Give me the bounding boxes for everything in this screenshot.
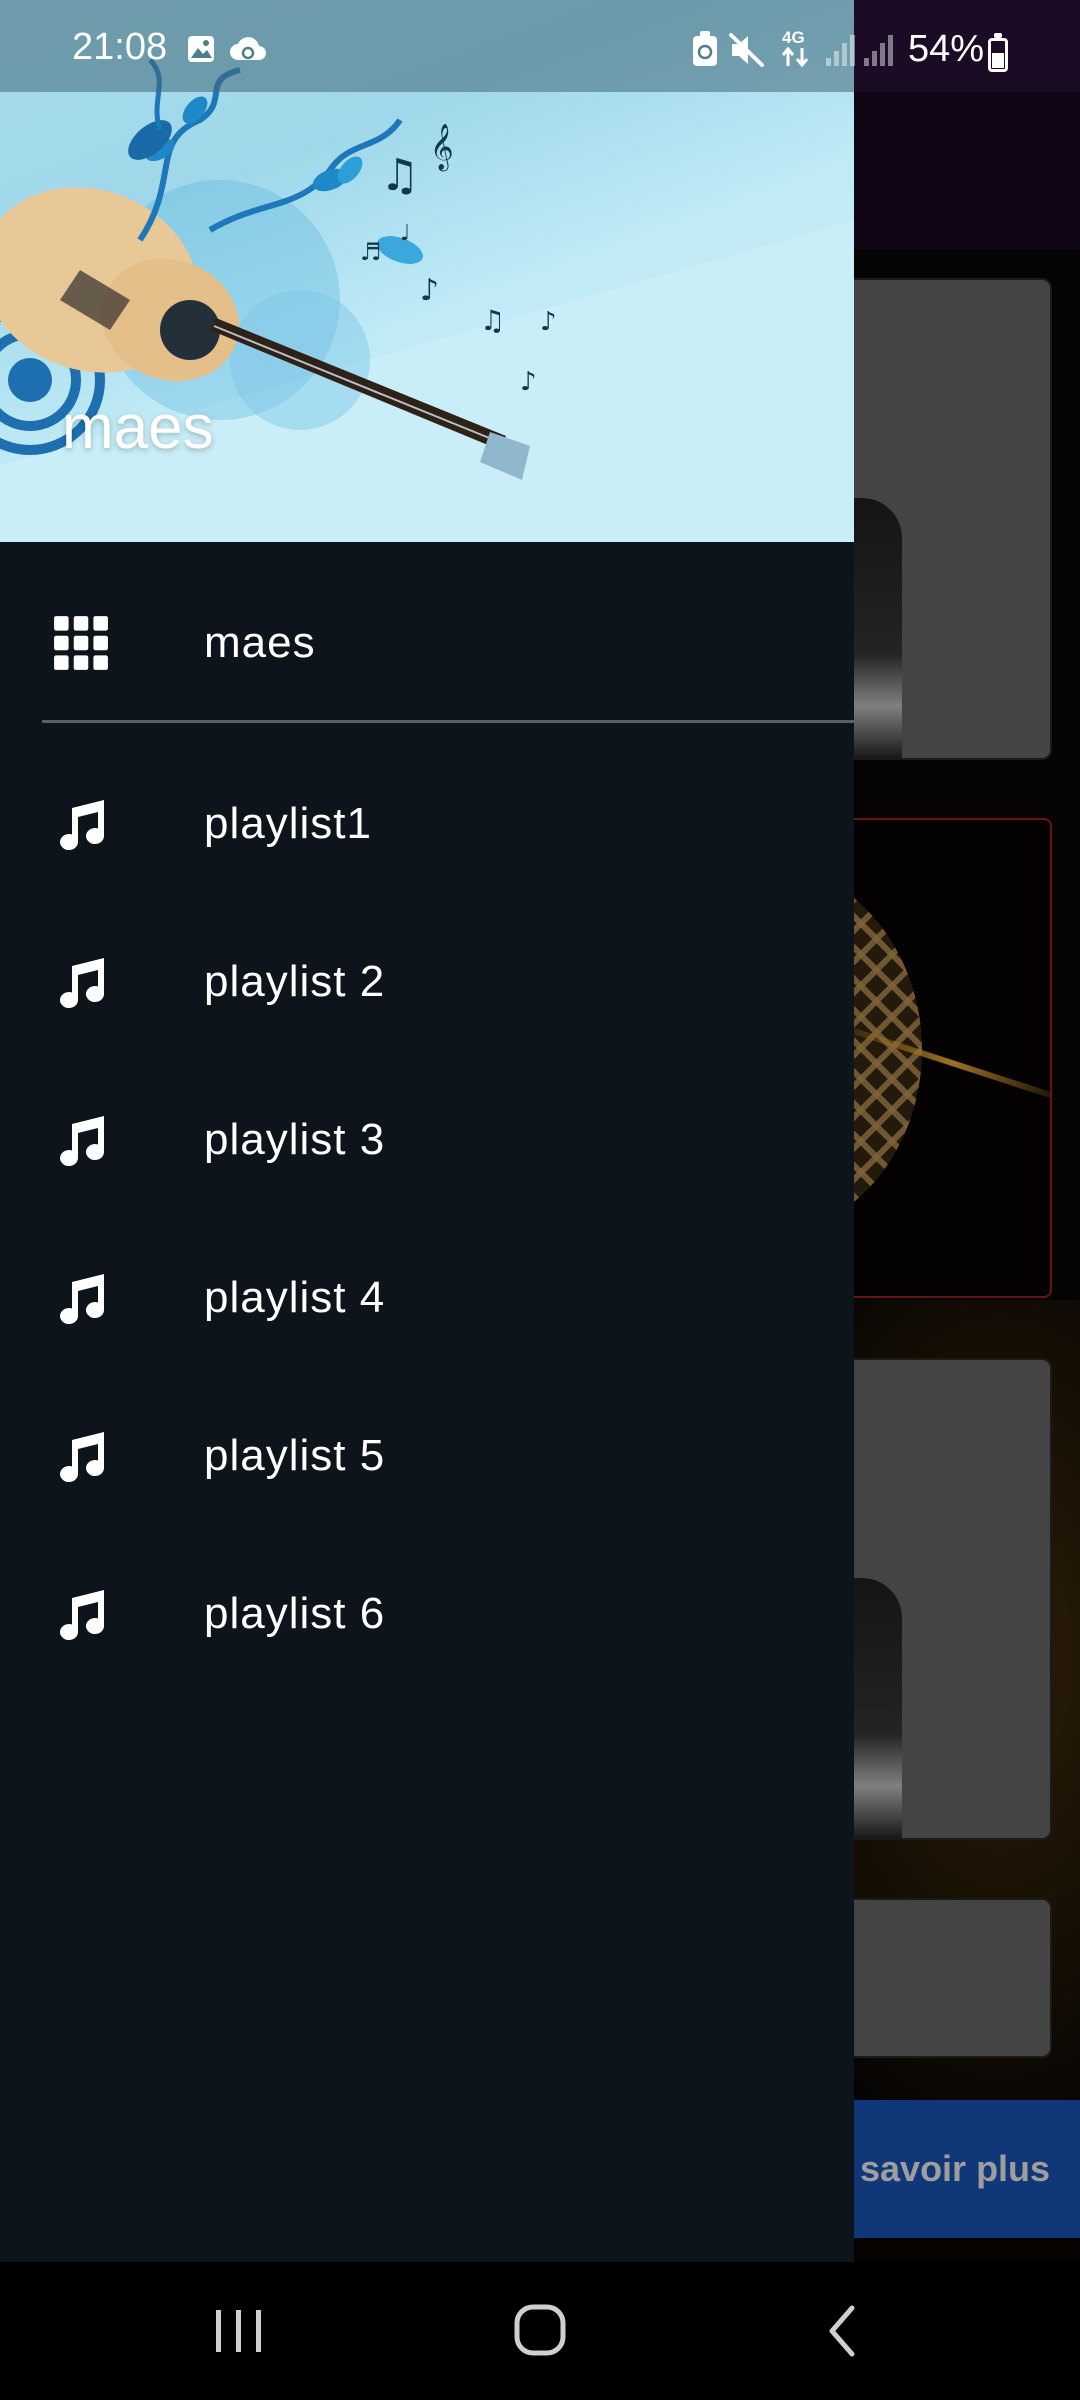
back-icon[interactable]	[820, 2296, 864, 2366]
playlist-item-2[interactable]: playlist 2	[0, 903, 854, 1061]
menu-item-maes[interactable]: maes	[0, 542, 854, 744]
svg-text:♪: ♪	[420, 273, 439, 308]
home-icon[interactable]	[512, 2296, 568, 2366]
playlist-label: playlist 6	[204, 1589, 386, 1638]
svg-text:♩: ♩	[400, 221, 410, 246]
playlist-label: playlist 2	[204, 957, 386, 1006]
svg-text:♫: ♫	[380, 150, 419, 201]
playlist-item-5[interactable]: playlist 5	[0, 1377, 854, 1535]
music-note-icon	[60, 1116, 105, 1167]
grid-icon	[54, 616, 108, 670]
svg-text:♬: ♬	[360, 238, 382, 266]
music-note-icon	[60, 958, 105, 1009]
svg-text:𝄞: 𝄞	[430, 124, 454, 172]
drawer-header-title: maes	[62, 393, 214, 462]
svg-text:♫: ♫	[480, 304, 505, 337]
playlist-label: playlist 3	[204, 1115, 386, 1164]
music-note-icon	[60, 1274, 105, 1325]
music-note-icon	[60, 800, 105, 851]
svg-text:♪: ♪	[520, 367, 537, 397]
drawer-header: ♫ ♪ ♫ ♪ ♪ ♩ 𝄞 ♬ maes	[0, 0, 854, 542]
playlist-item-3[interactable]: playlist 3	[0, 1061, 854, 1219]
svg-text:♪: ♪	[540, 307, 557, 337]
navigation-drawer: ♫ ♪ ♫ ♪ ♪ ♩ 𝄞 ♬ maes maes playlist1 play…	[0, 0, 854, 2262]
playlist-item-4[interactable]: playlist 4	[0, 1219, 854, 1377]
system-nav-bar	[0, 2262, 1080, 2400]
playlist-label: playlist 4	[204, 1273, 386, 1322]
music-note-icon	[60, 1432, 105, 1483]
recent-apps-icon[interactable]	[212, 2296, 266, 2366]
music-note-icon	[60, 1590, 105, 1641]
menu-item-label: maes	[204, 618, 316, 667]
playlist-label: playlist 5	[204, 1431, 386, 1480]
drawer-menu: maes playlist1 playlist 2 playlist 3 pla…	[0, 542, 854, 1693]
playlist-item-6[interactable]: playlist 6	[0, 1535, 854, 1693]
playlist-label: playlist1	[204, 799, 372, 848]
playlist-item-1[interactable]: playlist1	[0, 745, 854, 903]
